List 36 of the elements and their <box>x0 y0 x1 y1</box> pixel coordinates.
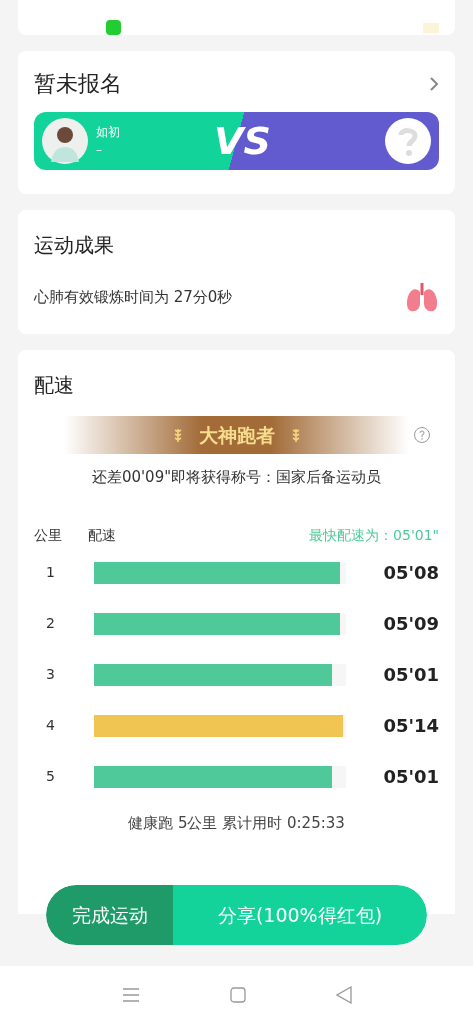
km-number: 1 <box>45 563 56 582</box>
player-name: 如初 <box>96 124 120 141</box>
title-hint: 还差00'09"即将获得称号：国家后备运动员 <box>90 467 383 488</box>
share-button[interactable]: 分享(100%得红包) <box>173 885 427 945</box>
pace-time: 05'01 <box>383 663 439 687</box>
fastest-pace: 最快配速为：05'01" <box>309 525 439 545</box>
km-number: 2 <box>45 614 56 633</box>
run-summary: 健康跑 5公里 累计用时 0:25:33 <box>127 812 346 834</box>
pace-time: 05'08 <box>383 561 439 585</box>
player-score: – <box>96 142 103 159</box>
card-title: 配速 <box>34 372 75 399</box>
help-icon[interactable] <box>413 426 431 444</box>
wheat-icon <box>172 427 183 443</box>
avatar <box>42 118 88 164</box>
km-number: 4 <box>45 716 56 735</box>
column-header: 配速 <box>88 525 116 545</box>
badge-title: 大神跑者 <box>198 422 275 448</box>
unknown-opponent-icon <box>385 118 431 164</box>
card-title: 暂未报名 <box>34 70 122 98</box>
pace-time: 05'01 <box>383 765 439 789</box>
tag-icon <box>423 23 439 33</box>
km-number: 5 <box>45 767 56 786</box>
km-number: 3 <box>45 665 56 684</box>
back-icon[interactable] <box>335 986 352 1004</box>
wheat-icon <box>290 427 301 443</box>
pace-time: 05'09 <box>383 612 439 636</box>
lungs-icon <box>405 280 439 314</box>
card-title: 运动成果 <box>34 232 115 259</box>
home-icon[interactable] <box>229 987 246 1003</box>
app-icon <box>106 20 121 35</box>
finish-button[interactable]: 完成运动 <box>46 885 173 945</box>
cardio-time-text: 心肺有效锻炼时间为 27分0秒 <box>34 286 233 308</box>
column-header: 公里 <box>34 525 63 545</box>
chevron-right-icon[interactable] <box>429 75 439 92</box>
pace-time: 05'14 <box>383 714 439 738</box>
menu-icon[interactable] <box>121 988 140 1002</box>
